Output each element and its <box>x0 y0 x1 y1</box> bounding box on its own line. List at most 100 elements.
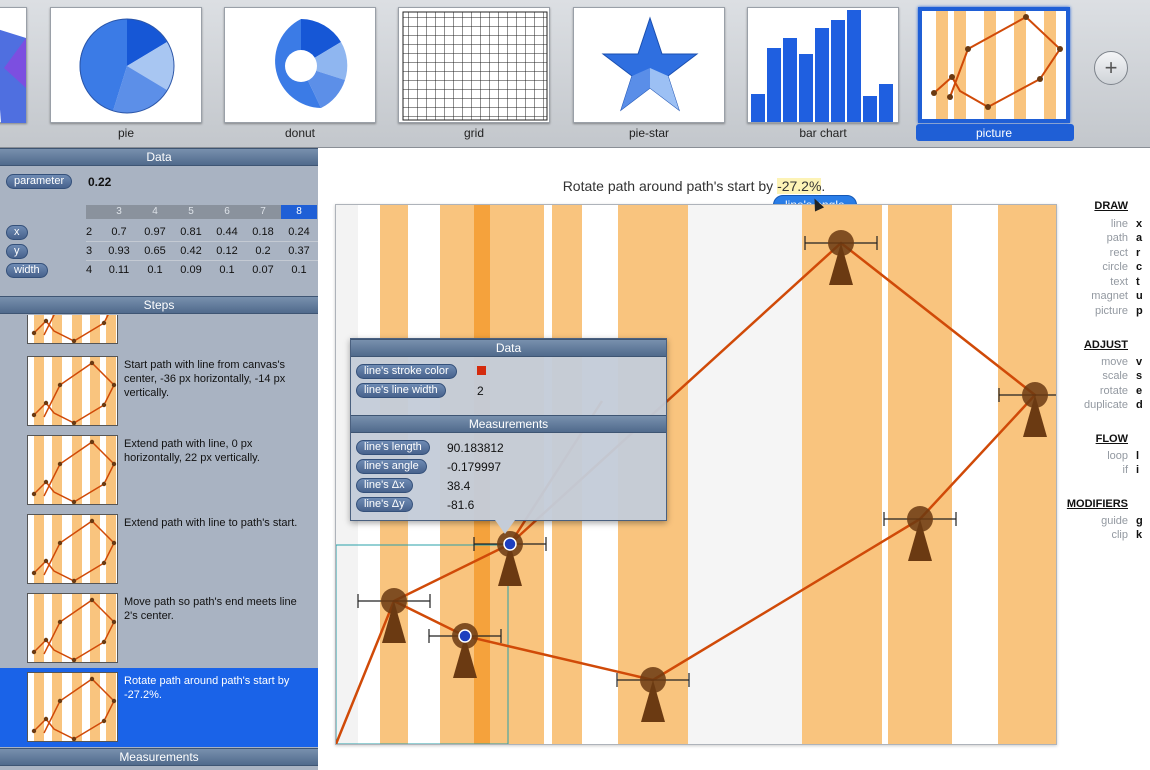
table-cell: 0.2 <box>255 245 271 257</box>
step-thumbnail <box>27 356 118 426</box>
line-length-value: 90.183812 <box>447 441 504 455</box>
table-cell: 0.42 <box>180 245 202 257</box>
line-width-pill[interactable]: line's line width <box>356 383 446 398</box>
line-dx-value: 38.4 <box>447 479 471 493</box>
tool-picture[interactable]: picture <box>1095 305 1128 317</box>
stroke-color-swatch[interactable] <box>477 366 486 375</box>
gallery-item-grid[interactable] <box>398 7 550 123</box>
control-point-handle[interactable] <box>503 537 517 551</box>
tool-move[interactable]: move <box>1101 356 1128 368</box>
row-label-y[interactable]: y <box>6 244 28 259</box>
line-length-pill[interactable]: line's length <box>356 440 430 455</box>
control-point-handle[interactable] <box>458 629 472 643</box>
bar-chart-icon <box>751 10 893 122</box>
table-cell: 0.18 <box>252 226 274 238</box>
tool-duplicate[interactable]: duplicate <box>1084 399 1128 411</box>
gallery-item-picture[interactable] <box>918 7 1070 123</box>
tool-guide[interactable]: guide <box>1101 515 1128 527</box>
grid-icon <box>402 11 548 121</box>
tool-key: d <box>1136 399 1143 411</box>
tools-draw-heading: DRAW <box>1094 200 1128 212</box>
caption-angle-value[interactable]: -27.2% <box>777 178 822 194</box>
table-cell: 2 <box>85 226 93 238</box>
tool-loop[interactable]: loop <box>1107 450 1128 462</box>
tools-adjust-heading: ADJUST <box>1083 339 1128 351</box>
data-section-header: Data <box>0 148 318 166</box>
table-cell: 0.37 <box>288 245 310 257</box>
step-item[interactable]: Move path so path's end meets line 2's c… <box>0 589 318 668</box>
row-label-x[interactable]: x <box>6 225 28 240</box>
tools-flow-heading: FLOW <box>1095 433 1128 445</box>
popup-measurements-header: Measurements <box>351 415 666 433</box>
line-width-value: 2 <box>477 384 484 398</box>
partial-thumbnail-icon <box>0 29 26 123</box>
column-header[interactable]: 4 <box>137 205 173 219</box>
step-text: Rotate path around path's start by -27.2… <box>124 675 290 701</box>
table-cell: 4 <box>85 264 93 276</box>
tool-rotate[interactable]: rotate <box>1100 385 1128 397</box>
column-header[interactable]: 3 <box>101 205 137 219</box>
row-divider <box>86 241 318 242</box>
step-item-active[interactable]: Rotate path around path's start by -27.2… <box>0 668 318 747</box>
parameter-value: 0.22 <box>88 175 112 189</box>
table-cell: 0.09 <box>180 264 202 276</box>
table-cell: 0.12 <box>216 245 238 257</box>
tool-path[interactable]: path <box>1107 232 1128 244</box>
gallery-item-pie-star[interactable] <box>573 7 725 123</box>
step-item[interactable]: Extend path with line to path's start. <box>0 510 318 589</box>
table-cell: 0.1 <box>219 264 235 276</box>
step-thumbnail-icon <box>31 515 117 583</box>
step-text: Move path so path's end meets line 2's c… <box>124 596 297 622</box>
tool-clip[interactable]: clip <box>1111 529 1128 541</box>
parameter-pill[interactable]: parameter <box>6 174 73 189</box>
line-dy-value: -81.6 <box>447 498 475 512</box>
tool-key: s <box>1136 370 1143 382</box>
tool-rect[interactable]: rect <box>1110 247 1128 259</box>
table-cell: 0.07 <box>252 264 274 276</box>
row-label-width[interactable]: width <box>6 263 48 278</box>
tool-if[interactable]: if <box>1123 464 1129 476</box>
step-text: Start path with line from canvas's cente… <box>124 359 286 399</box>
tool-magnet[interactable]: magnet <box>1091 290 1128 302</box>
tool-key: p <box>1136 305 1143 317</box>
tool-circle[interactable]: circle <box>1102 261 1128 273</box>
gallery-item-donut[interactable] <box>224 7 376 123</box>
step-item[interactable]: Extend path with line, 0 px horizontally… <box>0 431 318 510</box>
caption-suffix: . <box>821 178 826 194</box>
column-header[interactable]: 7 <box>245 205 281 219</box>
popup-pointer <box>495 520 515 534</box>
column-header[interactable]: 5 <box>173 205 209 219</box>
step-item[interactable]: Start path with line from canvas's cente… <box>0 352 318 431</box>
line-angle-value: -0.179997 <box>447 460 502 474</box>
tool-line[interactable]: line <box>1111 218 1128 230</box>
add-picture-button[interactable]: + <box>1094 51 1128 85</box>
step-thumbnail-icon <box>31 594 117 662</box>
step-thumbnail-icon <box>31 436 117 504</box>
step-thumbnail-icon <box>31 357 117 425</box>
tool-key: r <box>1136 247 1141 259</box>
step-text: Extend path with line to path's start. <box>124 517 298 529</box>
line-dy-pill[interactable]: line's Δy <box>356 497 413 512</box>
steps-section-header: Steps <box>0 296 318 314</box>
gallery-label-bar-chart: bar chart <box>799 126 847 140</box>
gallery-item-partial[interactable] <box>0 7 27 123</box>
line-angle-pill[interactable]: line's angle <box>356 459 427 474</box>
tool-key: g <box>1136 515 1143 527</box>
row-divider <box>86 260 318 261</box>
line-dx-pill[interactable]: line's Δx <box>356 478 413 493</box>
tool-text[interactable]: text <box>1110 276 1128 288</box>
tool-key: v <box>1136 356 1143 368</box>
step-item[interactable] <box>0 315 318 349</box>
left-panel: Data parameter 0.22 3 4 5 6 7 8 x 2 0.7 … <box>0 148 318 770</box>
gallery-item-pie[interactable] <box>50 7 202 123</box>
step-thumbnail <box>27 315 118 344</box>
tool-key: k <box>1136 529 1143 541</box>
tool-scale[interactable]: scale <box>1102 370 1128 382</box>
gallery-label-pie-star: pie-star <box>628 126 669 140</box>
gallery-item-bar-chart[interactable] <box>747 7 899 123</box>
column-header-active[interactable]: 8 <box>281 205 317 219</box>
tool-key: l <box>1136 450 1140 462</box>
stroke-color-pill[interactable]: line's stroke color <box>356 364 457 379</box>
tool-key: i <box>1136 464 1140 476</box>
column-header[interactable]: 6 <box>209 205 245 219</box>
